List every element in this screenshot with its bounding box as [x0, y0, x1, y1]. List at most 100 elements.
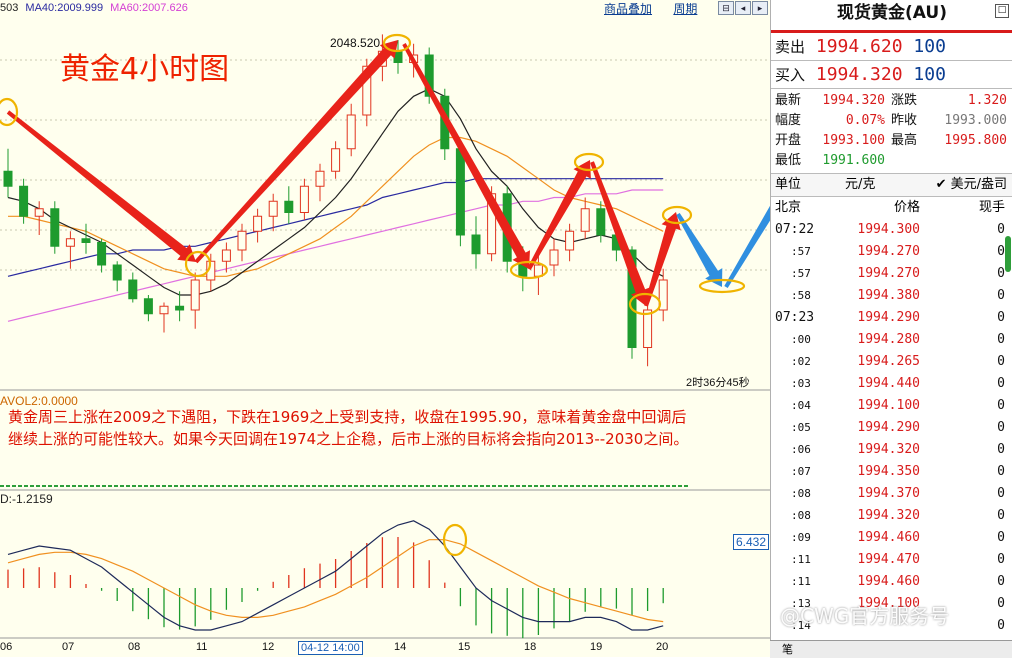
candle-body — [533, 264, 543, 277]
candle-body — [596, 208, 606, 236]
ma-fragment: 503 — [0, 2, 19, 14]
next-icon[interactable]: ▸ — [752, 1, 768, 15]
unit-label: 单位 — [775, 177, 802, 192]
tick-volume: 0 — [997, 376, 1005, 391]
candle-body — [299, 185, 309, 213]
footer-label: 笔 — [782, 644, 793, 656]
tick-time: 07:23 — [775, 310, 815, 325]
tick-price: 1994.440 — [857, 376, 920, 391]
candle-body — [97, 242, 107, 266]
commentary: 黄金周三上涨在2009之下遇阻，下跌在1969之上受到支持，收盘在1995.90… — [8, 406, 748, 450]
candle-body — [253, 215, 263, 232]
candle-body — [19, 185, 29, 217]
candle-body — [346, 114, 356, 150]
tick-volume: 0 — [997, 464, 1005, 479]
candle-body — [565, 230, 575, 251]
scrollbar-thumb[interactable] — [1005, 236, 1011, 272]
sell-price: 1994.620 — [815, 36, 903, 57]
chart-title: 黄金4小时图 — [60, 52, 230, 87]
candle-body — [112, 264, 122, 281]
tick-time: :04 — [791, 399, 811, 412]
panel-title: 现货黄金(AU) □ — [771, 0, 1012, 33]
stat-row: 最低 1991.600 — [775, 151, 1009, 171]
tick-row: :05 1994.290 0 — [771, 417, 1012, 439]
stat-value: 1994.320 — [822, 93, 885, 108]
tick-time: :02 — [791, 355, 811, 368]
candle-body — [190, 279, 200, 311]
tick-volume: 0 — [997, 354, 1005, 369]
tick-row: :11 1994.460 0 — [771, 571, 1012, 593]
candle-body — [175, 305, 185, 311]
chart-area[interactable]: 503 MA40:2009.999 MA60:2007.626 商品叠加 周期 … — [0, 0, 770, 657]
trend-arrow — [676, 213, 723, 287]
trend-arrow — [402, 43, 530, 269]
tick-row: :02 1994.265 0 — [771, 351, 1012, 373]
sell-quote: 卖出 1994.620 100 — [771, 33, 1012, 61]
x-tick: 08 — [128, 641, 141, 653]
sell-label: 卖出 — [775, 38, 806, 56]
tick-price: 1994.320 — [857, 442, 920, 457]
trend-arrow — [724, 205, 770, 288]
time-remaining: 2时36分45秒 — [686, 377, 750, 389]
stat-key: 开盘 — [775, 133, 802, 148]
tick-volume: 0 — [997, 310, 1005, 325]
tick-price: 1994.470 — [857, 552, 920, 567]
sell-volume: 100 — [913, 36, 946, 57]
chart-svg[interactable] — [0, 0, 770, 657]
tick-price: 1994.265 — [857, 354, 920, 369]
candle-body — [580, 208, 590, 232]
period-link[interactable]: 周期 — [673, 2, 697, 16]
x-tick: 20 — [656, 641, 669, 653]
tick-row: :03 1994.440 0 — [771, 373, 1012, 395]
x-tick: 19 — [590, 641, 603, 653]
tick-time: :58 — [791, 289, 811, 302]
tick-time: :07 — [791, 465, 811, 478]
tick-volume: 0 — [997, 530, 1005, 545]
prev-icon[interactable]: ◂ — [735, 1, 751, 15]
candle-body — [81, 238, 91, 243]
header-price: 价格 — [893, 200, 920, 215]
panel-footer: 笔 — [770, 640, 1012, 658]
tick-time: :08 — [791, 487, 811, 500]
tick-time: :00 — [791, 333, 811, 346]
zoom-in-icon[interactable]: ⊟ — [718, 1, 734, 15]
tick-time: :09 — [791, 531, 811, 544]
candle-body — [237, 230, 247, 251]
tick-time: :06 — [791, 443, 811, 456]
quote-panel: 现货黄金(AU) □ 卖出 1994.620 100 买入 1994.320 1… — [770, 0, 1012, 657]
close-icon[interactable]: □ — [995, 4, 1009, 18]
candle-body — [159, 305, 169, 315]
commentary-line-2: 继续上涨的可能性较大。如果今天回调在1974之上企稳，后市上涨的目标将会指向20… — [8, 430, 689, 448]
candle-body — [331, 148, 341, 172]
overlay-link[interactable]: 商品叠加 — [604, 2, 652, 16]
tick-row: :58 1994.380 0 — [771, 285, 1012, 307]
stat-value: 1993.000 — [944, 113, 1007, 128]
buy-label: 买入 — [775, 66, 806, 84]
stat-key: 最新 — [775, 93, 802, 108]
candle-body — [549, 249, 559, 266]
x-tick: 15 — [458, 641, 471, 653]
candle-body — [471, 234, 481, 255]
candle-body — [284, 200, 294, 213]
tick-price: 1994.300 — [857, 222, 920, 237]
stat-value: 1.320 — [967, 93, 1007, 108]
tick-volume: 0 — [997, 420, 1005, 435]
peak-label: 2048.520 — [330, 36, 381, 50]
tick-volume: 0 — [997, 332, 1005, 347]
tick-row: :57 1994.270 0 — [771, 241, 1012, 263]
instrument-name: 现货黄金(AU) — [837, 3, 947, 23]
unit-value[interactable]: 元/克 — [845, 174, 925, 196]
tick-row: :11 1994.470 0 — [771, 549, 1012, 571]
tick-row: :07 1994.350 0 — [771, 461, 1012, 483]
tick-volume: 0 — [997, 574, 1005, 589]
tick-row: :00 1994.280 0 — [771, 329, 1012, 351]
tick-time: :08 — [791, 509, 811, 522]
unit-option[interactable]: ✔ 美元/盎司 — [925, 174, 1012, 196]
tick-row: :08 1994.370 0 — [771, 483, 1012, 505]
candle-body — [643, 309, 653, 348]
tick-time: :11 — [791, 575, 811, 588]
tick-price: 1994.380 — [857, 288, 920, 303]
stat-value: 0.07% — [845, 113, 885, 128]
candle-body — [268, 200, 278, 217]
candle-body — [34, 208, 44, 217]
